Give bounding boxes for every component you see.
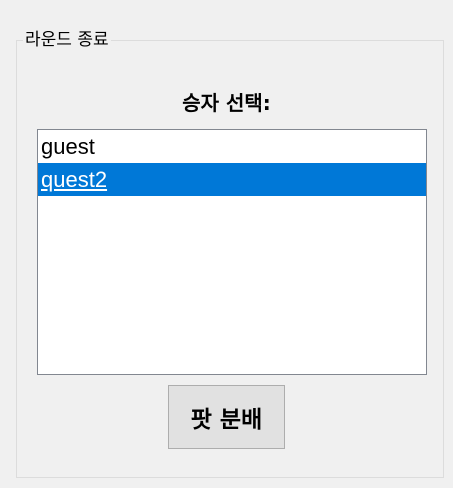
list-item-quest2[interactable]: quest2 bbox=[38, 163, 426, 196]
list-item-label: quest2 bbox=[41, 167, 108, 192]
distribute-pot-button[interactable]: 팟 분배 bbox=[168, 385, 285, 449]
winner-select-label: 승자 선택: bbox=[182, 91, 271, 115]
list-item-guest[interactable]: guest bbox=[38, 130, 426, 163]
list-item-label: guest bbox=[41, 134, 95, 159]
winner-listbox[interactable]: guest quest2 bbox=[37, 129, 427, 375]
groupbox-title: 라운드 종료 bbox=[23, 30, 111, 50]
